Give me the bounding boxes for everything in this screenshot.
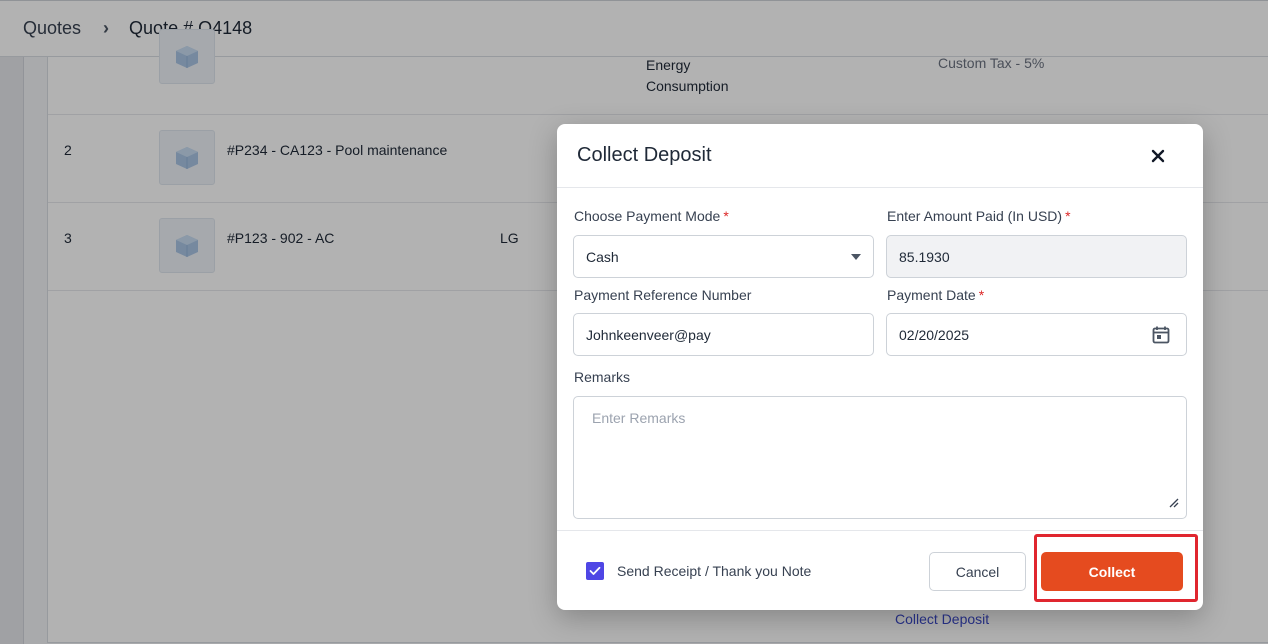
payment-mode-value: Cash	[586, 248, 619, 265]
calendar-icon[interactable]	[1151, 325, 1171, 348]
required-mark: *	[1065, 208, 1071, 224]
amount-paid-label: Enter Amount Paid (In USD) *	[887, 208, 1071, 224]
chevron-down-icon	[851, 254, 861, 260]
modal-footer: Send Receipt / Thank you Note Cancel Col…	[557, 530, 1203, 610]
amount-paid-value: 85.1930	[899, 248, 950, 265]
reference-number-input[interactable]: Johnkeenveer@pay	[573, 313, 874, 356]
reference-number-value: Johnkeenveer@pay	[586, 326, 711, 343]
checkmark-icon	[589, 566, 601, 575]
modal-header: Collect Deposit	[557, 124, 1203, 188]
cancel-button[interactable]: Cancel	[929, 552, 1026, 591]
required-mark: *	[723, 208, 729, 224]
modal-title: Collect Deposit	[577, 144, 712, 166]
amount-paid-input[interactable]: 85.1930	[886, 235, 1187, 278]
payment-date-value: 02/20/2025	[899, 326, 970, 343]
payment-date-input[interactable]: 02/20/2025	[886, 313, 1187, 356]
collect-deposit-modal: Collect Deposit Choose Payment Mode * Cas…	[557, 124, 1203, 610]
required-mark: *	[978, 287, 985, 303]
remarks-label: Remarks	[574, 369, 631, 385]
send-receipt-checkbox[interactable]	[586, 562, 604, 580]
close-icon[interactable]	[1146, 144, 1170, 168]
remarks-textarea[interactable]: Enter Remarks	[573, 396, 1187, 519]
payment-mode-select[interactable]: Cash	[573, 235, 874, 278]
send-receipt-label[interactable]: Send Receipt / Thank you Note	[617, 563, 811, 579]
payment-date-label: Payment Date *	[887, 287, 985, 303]
payment-mode-label: Choose Payment Mode *	[574, 208, 729, 224]
remarks-placeholder: Enter Remarks	[592, 410, 686, 426]
resize-handle-icon[interactable]	[1167, 495, 1179, 511]
collect-button[interactable]: Collect	[1041, 552, 1183, 591]
reference-number-label: Payment Reference Number	[574, 287, 752, 303]
